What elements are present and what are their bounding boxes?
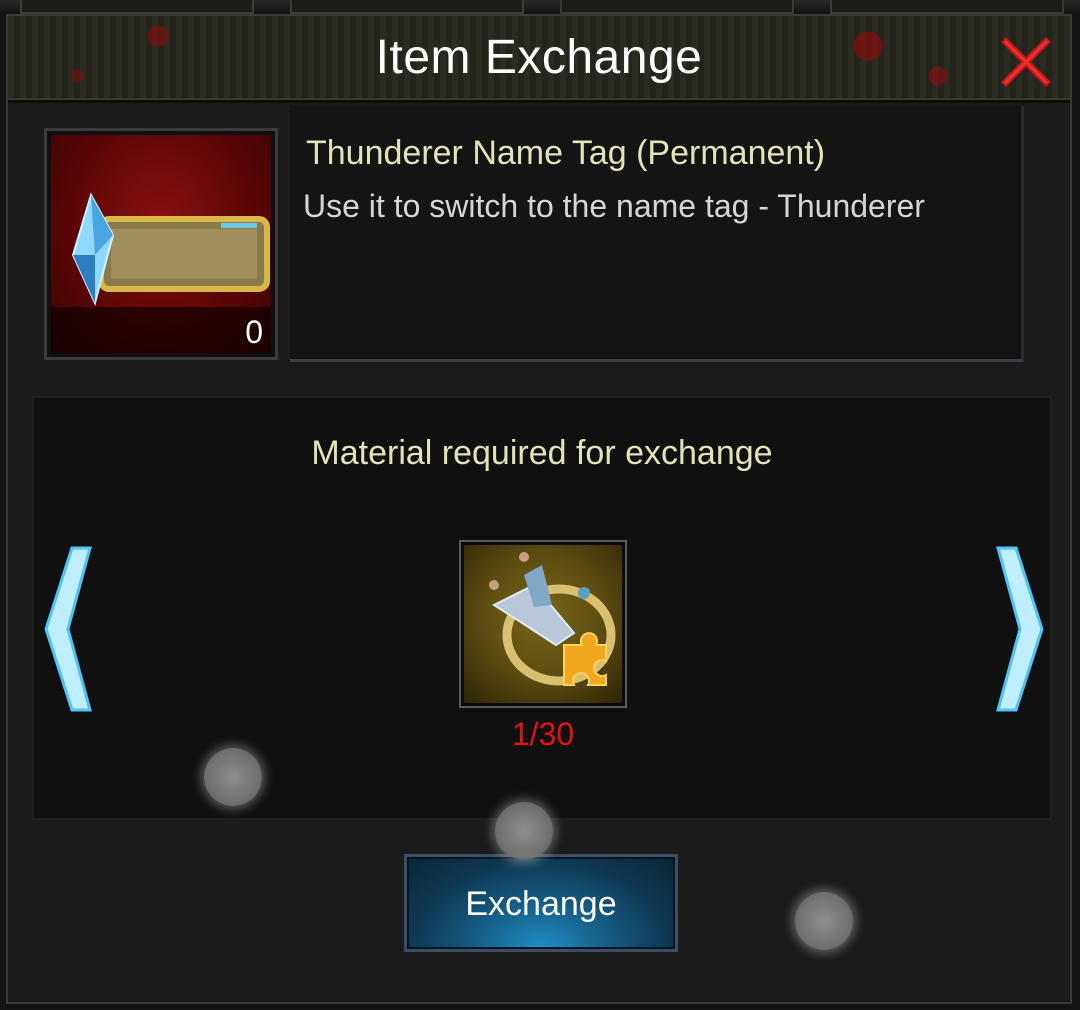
background-slot — [20, 0, 254, 14]
material-heading: Material required for exchange — [311, 434, 773, 472]
dialog-header: Item Exchange — [8, 16, 1070, 103]
item-info-panel: Thunderer Name Tag (Permanent) Use it to… — [290, 106, 1024, 362]
dialog-title: Item Exchange — [375, 31, 703, 84]
background-slot — [560, 0, 794, 14]
game-screen: Item Exchange 0 Thunderer Name Tag (Perm… — [0, 0, 1080, 1010]
material-item-slot[interactable] — [459, 540, 627, 708]
item-count-shade — [51, 307, 271, 353]
background-toolbar — [0, 0, 1080, 14]
item-owned-count: 0 — [245, 314, 263, 350]
chevron-right-icon — [996, 546, 1044, 712]
close-button[interactable] — [1000, 36, 1052, 88]
touch-indicator — [795, 892, 853, 950]
material-progress: 1/30 — [511, 716, 575, 752]
background-slot — [830, 0, 1064, 14]
touch-indicator — [495, 802, 553, 860]
close-x-icon — [1001, 37, 1051, 87]
item-name: Thunderer Name Tag (Permanent) — [306, 134, 826, 172]
next-material-button[interactable] — [990, 544, 1050, 714]
exchange-button[interactable]: Exchange — [404, 854, 678, 952]
touch-indicator — [204, 748, 262, 806]
background-slot — [290, 0, 524, 14]
previous-material-button[interactable] — [38, 544, 98, 714]
item-description: Use it to switch to the name tag - Thund… — [303, 188, 925, 224]
chevron-left-icon — [44, 546, 92, 712]
weapon-fragment-puzzle-icon — [489, 552, 616, 686]
item-icon-slot[interactable]: 0 — [44, 128, 278, 360]
exchange-button-label: Exchange — [465, 885, 617, 923]
item-icon-background: 0 — [51, 135, 271, 353]
material-panel: Material required for exchange 1/30 — [32, 396, 1052, 820]
material-item-background — [464, 545, 622, 703]
